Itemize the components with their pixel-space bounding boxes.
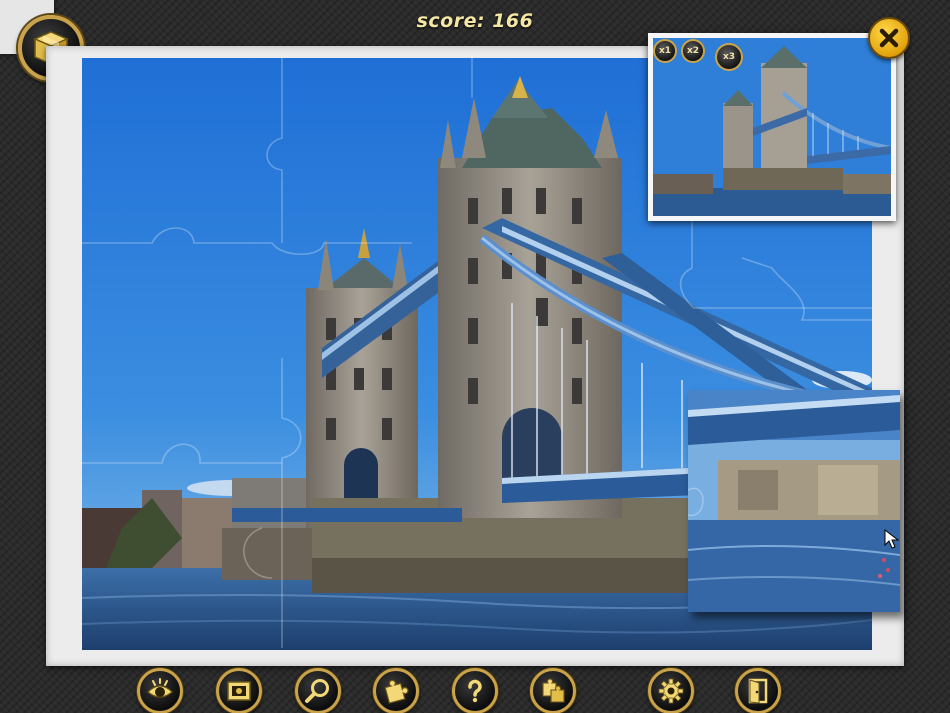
show-image-button[interactable] [137, 668, 183, 713]
zoom-x2-button[interactable]: x2 [681, 39, 705, 63]
question-icon [468, 679, 482, 703]
gear-icon [658, 678, 684, 704]
help-button[interactable] [452, 668, 498, 713]
picture-frame-icon [227, 681, 251, 701]
eye-icon [147, 678, 173, 698]
zoom-x1-button[interactable]: x1 [653, 39, 677, 63]
close-icon [879, 28, 899, 48]
magnifier-button[interactable] [295, 668, 341, 713]
edge-pieces-button[interactable] [373, 668, 419, 713]
puzzle-sort-icon [542, 678, 565, 703]
score-display: score: 166 [416, 10, 534, 32]
background-button[interactable] [216, 668, 262, 713]
bottom-toolbar [0, 666, 950, 713]
preview-image [653, 38, 891, 216]
exit-door-icon [748, 678, 768, 704]
sort-pieces-button[interactable] [530, 668, 576, 713]
exit-button[interactable] [735, 668, 781, 713]
mouse-cursor-icon [884, 529, 900, 549]
loose-piece-image [688, 390, 900, 612]
magnifier-icon [305, 679, 329, 703]
close-button[interactable] [868, 17, 910, 59]
puzzle-pieces-icon [384, 679, 409, 704]
zoom-x3-button[interactable]: x3 [715, 43, 743, 71]
settings-button[interactable] [648, 668, 694, 713]
preview-window: x1 x2 x3 [648, 33, 896, 221]
loose-puzzle-piece[interactable] [688, 390, 900, 612]
